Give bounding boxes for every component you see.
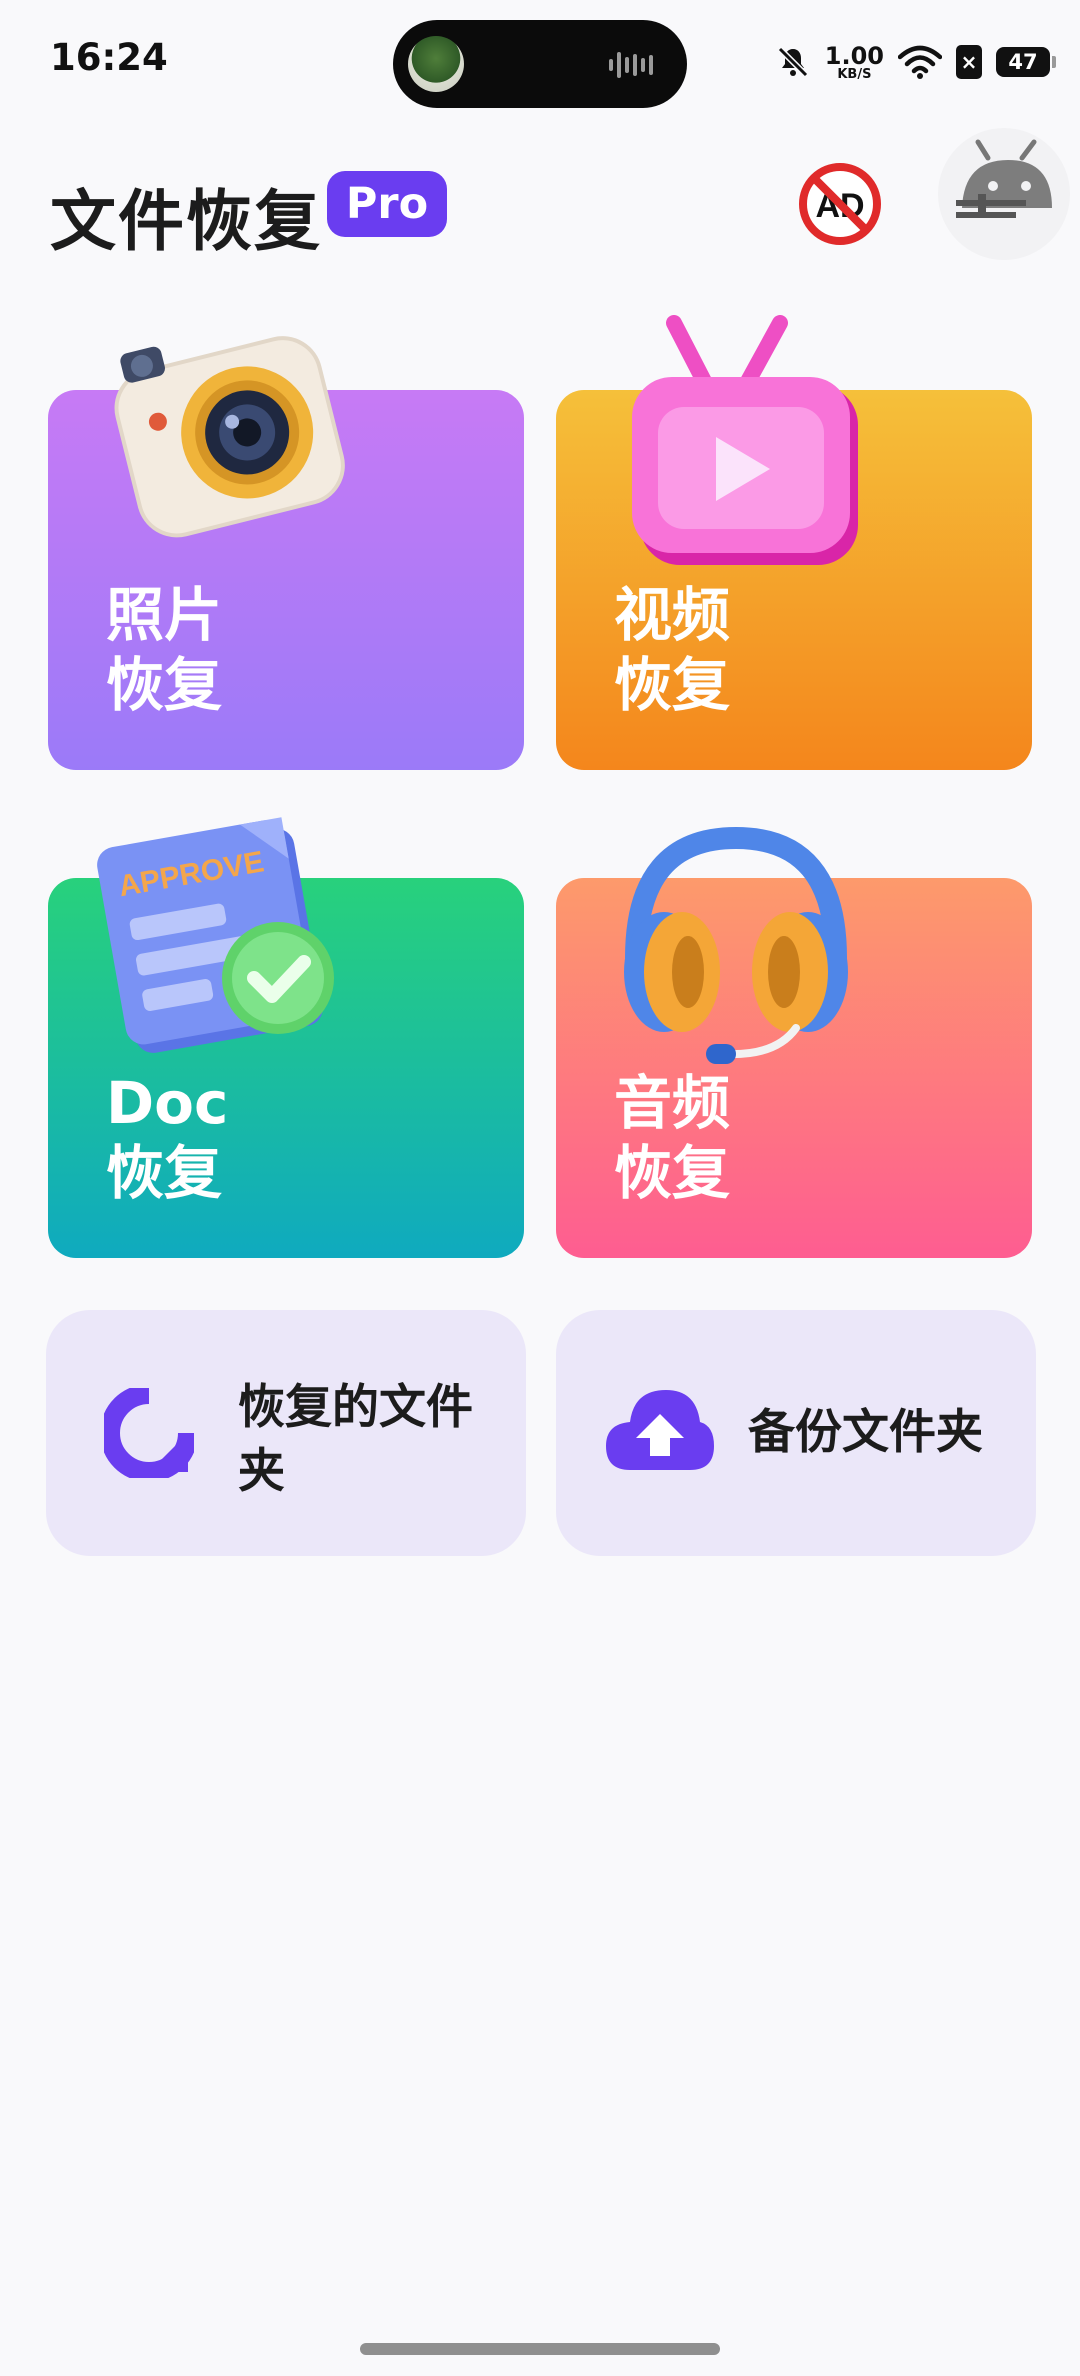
video-recovery-card[interactable]: 视频 恢复 <box>556 315 1032 770</box>
status-icons: 1.00 KB/S × 47 <box>775 42 1056 82</box>
audio-recovery-card[interactable]: 音频 恢复 <box>556 826 1032 1258</box>
robot-icon <box>956 139 1052 218</box>
network-speed: 1.00 KB/S <box>825 44 884 81</box>
photo-label-line2: 恢复 <box>106 651 223 719</box>
document-approved-icon: APPROVE <box>97 817 334 1053</box>
dynamic-island[interactable] <box>393 20 687 108</box>
restore-icon <box>104 1388 194 1478</box>
network-speed-unit: KB/S <box>837 66 872 82</box>
video-label-line2: 恢复 <box>614 651 731 719</box>
sim-icon: × <box>956 45 982 79</box>
doc-recovery-card[interactable]: APPROVE Doc 恢复 <box>48 817 524 1258</box>
doc-label-line1: Doc <box>106 1069 229 1137</box>
status-bar: 16:24 1.00 KB/S × 47 <box>0 0 1080 125</box>
photo-recovery-label: 照片 恢复 <box>106 580 222 720</box>
network-speed-value: 1.00 <box>824 41 884 70</box>
video-recovery-label: 视频 恢复 <box>614 580 730 720</box>
mute-icon <box>777 46 808 78</box>
page-title: 文件恢复 <box>50 183 322 260</box>
recovered-folder-label-line1: 恢复的文件 <box>238 1380 473 1435</box>
home-indicator[interactable] <box>360 2343 720 2355</box>
camera-icon <box>114 336 345 538</box>
video-label-line1: 视频 <box>614 581 731 649</box>
wifi-icon <box>898 45 942 79</box>
doc-recovery-label: Doc 恢复 <box>106 1068 228 1208</box>
recovered-folder-label-line2: 夹 <box>238 1444 285 1499</box>
battery-icon: 47 <box>996 47 1056 77</box>
media-thumbnail[interactable] <box>408 36 464 92</box>
status-time: 16:24 <box>50 36 168 79</box>
photo-label-line1: 照片 <box>106 581 223 649</box>
audio-wave-icon <box>609 52 653 78</box>
audio-label-line1: 音频 <box>614 1069 731 1137</box>
pro-badge[interactable]: Pro <box>327 171 447 237</box>
audio-label-line2: 恢复 <box>614 1139 731 1207</box>
recovered-folder-label: 恢复的文件 夹 <box>238 1376 473 1504</box>
cloud-upload-icon <box>606 1390 714 1470</box>
photo-recovery-card[interactable]: 照片 恢复 <box>48 336 524 770</box>
no-ads-icon[interactable]: AD <box>798 162 882 246</box>
backup-folder-button[interactable]: 备份文件夹 <box>556 1310 1036 1556</box>
doc-label-line2: 恢复 <box>106 1139 223 1207</box>
audio-recovery-label: 音频 恢复 <box>614 1068 730 1208</box>
avatar[interactable] <box>938 128 1070 260</box>
tv-play-icon <box>632 315 858 565</box>
recovered-folder-button[interactable]: 恢复的文件 夹 <box>46 1310 526 1556</box>
backup-folder-label: 备份文件夹 <box>748 1405 983 1460</box>
headphones-icon <box>624 826 848 1064</box>
